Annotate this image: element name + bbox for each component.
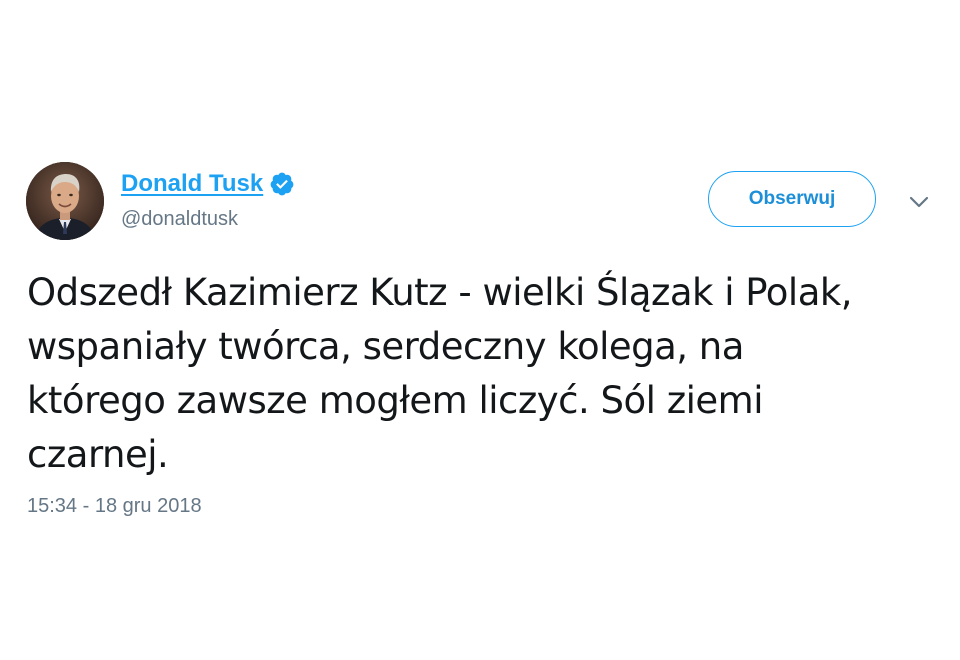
author-handle[interactable]: @donaldtusk — [121, 208, 238, 231]
follow-button[interactable]: Obserwuj — [708, 171, 876, 227]
chevron-down-icon[interactable] — [904, 190, 934, 214]
verified-badge-icon — [269, 171, 295, 197]
avatar[interactable] — [26, 162, 104, 240]
avatar-image — [26, 162, 104, 240]
tweet-timestamp[interactable]: 15:34 - 18 gru 2018 — [27, 495, 202, 518]
author-name-row: Donald Tusk — [121, 168, 295, 200]
author-display-name[interactable]: Donald Tusk — [121, 170, 263, 198]
tweet-card: Donald Tusk @donaldtusk Obserwuj Odszedł… — [0, 0, 960, 660]
tweet-text: Odszedł Kazimierz Kutz - wielki Ślązak i… — [27, 271, 853, 476]
